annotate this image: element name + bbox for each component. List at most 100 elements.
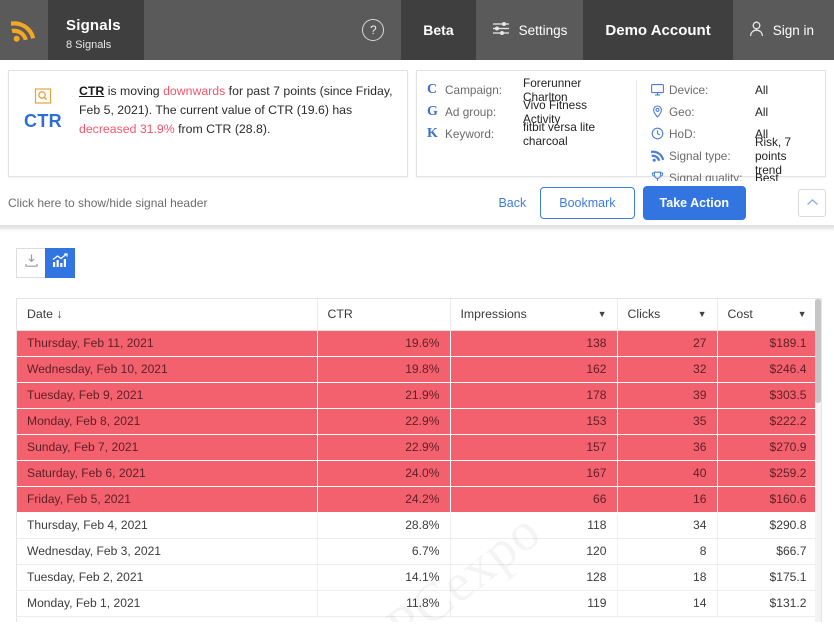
cell-impressions: 157	[450, 434, 618, 461]
column-label-cost: Cost	[727, 307, 753, 322]
column-label-clicks: Clicks	[627, 307, 661, 322]
table-row[interactable]: Saturday, Feb 6, 2021 24.0% 167 40 $259.2	[17, 460, 818, 487]
cell-cost: $189.1	[717, 330, 818, 357]
metadata-value: All	[755, 104, 769, 119]
rss-signal-icon	[11, 18, 37, 42]
beta-button[interactable]: Beta	[401, 0, 476, 60]
cell-impressions: 128	[450, 564, 618, 591]
table-row[interactable]: Thursday, Feb 4, 2021 28.8% 118 34 $290.8	[17, 512, 818, 539]
metadata-value: All	[755, 82, 769, 97]
nav-signals-section[interactable]: Signals 8 Signals	[48, 0, 144, 60]
device-monitor-icon	[651, 83, 669, 96]
table-row[interactable]: Thursday, Feb 11, 2021 19.6% 138 27 $189.1	[17, 330, 818, 357]
data-toolbar	[0, 232, 834, 290]
toggle-signal-header-hint[interactable]: Click here to show/hide signal header	[8, 196, 207, 210]
top-navigation-bar: Signals 8 Signals ? Beta Settings Demo A…	[0, 0, 834, 60]
settings-button[interactable]: Settings	[476, 0, 584, 60]
scrollbar-thumb[interactable]	[815, 299, 821, 403]
signal-action-bar: Click here to show/hide signal header Ba…	[0, 181, 834, 225]
cell-ctr: 22.9%	[317, 408, 451, 435]
cell-impressions: 178	[450, 382, 618, 409]
table-row[interactable]: Wednesday, Feb 10, 2021 19.8% 162 32 $246.4	[17, 356, 818, 383]
cell-date: Friday, Feb 5, 2021	[17, 486, 318, 513]
clock-icon	[651, 127, 669, 140]
cell-clicks: 34	[617, 512, 718, 539]
sliders-icon	[492, 21, 510, 39]
sort-arrow-icon: ↓	[56, 307, 63, 322]
table-row[interactable]: Sunday, Feb 7, 2021 22.9% 157 36 $270.9	[17, 434, 818, 461]
collapse-header-button[interactable]	[798, 189, 826, 217]
cell-cost: $259.2	[717, 460, 818, 487]
cell-cost: $160.6	[717, 486, 818, 513]
signal-metadata-panel: C Campaign: Forerunner Charlton G Ad gro…	[416, 70, 826, 185]
table-header: Date ↓ CTR Impressions ▼ Clicks ▼ Cost ▼	[17, 299, 818, 331]
cell-impressions: 167	[450, 460, 618, 487]
chart-view-button[interactable]	[45, 248, 75, 278]
vertical-scrollbar[interactable]	[815, 299, 821, 622]
column-header-date[interactable]: Date ↓	[17, 299, 318, 331]
letter-k-icon: K	[427, 125, 438, 141]
desc-part3: from CTR (28.8).	[174, 122, 271, 136]
cell-ctr: 24.0%	[317, 460, 451, 487]
column-header-cost[interactable]: Cost ▼	[717, 299, 818, 331]
cell-ctr: 24.2%	[317, 486, 451, 513]
column-header-impressions[interactable]: Impressions ▼	[450, 299, 618, 331]
help-button[interactable]: ?	[345, 0, 401, 60]
metadata-key: Ad group:	[445, 104, 497, 119]
cell-date: Monday, Feb 8, 2021	[17, 408, 318, 435]
table-row[interactable]: Tuesday, Feb 2, 2021 14.1% 128 18 $175.1	[17, 564, 818, 591]
geo-pin-icon	[651, 105, 669, 118]
table-row[interactable]: Tuesday, Feb 9, 2021 21.9% 178 39 $303.5	[17, 382, 818, 409]
table-row[interactable]: Friday, Feb 5, 2021 24.2% 66 16 $160.6	[17, 486, 818, 513]
cell-date: Saturday, Feb 6, 2021	[17, 460, 318, 487]
back-button[interactable]: Back	[484, 190, 540, 216]
metadata-key: Keyword:	[445, 126, 495, 141]
signin-label: Sign in	[772, 22, 814, 38]
column-header-ctr[interactable]: CTR	[317, 299, 451, 331]
section-divider	[0, 225, 834, 232]
column-label-ctr: CTR	[327, 307, 353, 322]
cell-ctr: 19.6%	[317, 330, 451, 357]
table-row[interactable]: Monday, Feb 8, 2021 22.9% 153 35 $222.2	[17, 408, 818, 435]
signin-button[interactable]: Sign in	[733, 0, 834, 60]
table-row[interactable]: Monday, Feb 1, 2021 11.8% 119 14 $131.2	[17, 590, 818, 617]
cell-date: Thursday, Feb 4, 2021	[17, 512, 318, 539]
cell-clicks: 35	[617, 408, 718, 435]
take-action-button[interactable]: Take Action	[642, 186, 746, 220]
cell-ctr: 21.9%	[317, 382, 451, 409]
metadata-value: fitbit versa lite charcoal	[523, 119, 596, 148]
table-body: Thursday, Feb 11, 2021 19.6% 138 27 $189.1 We…	[17, 330, 818, 617]
bookmark-button[interactable]: Bookmark	[540, 187, 635, 219]
letter-c-icon: C	[427, 81, 438, 97]
cell-cost: $131.2	[717, 590, 818, 617]
metadata-key: HoD:	[669, 126, 696, 141]
download-icon	[24, 253, 39, 273]
signal-header-row: CTR CTR is moving downwards for past 7 p…	[8, 70, 826, 185]
cell-impressions: 119	[450, 590, 618, 617]
cell-impressions: 118	[450, 512, 618, 539]
cell-clicks: 27	[617, 330, 718, 357]
cell-ctr: 19.8%	[317, 356, 451, 383]
cell-impressions: 162	[450, 356, 618, 383]
signal-header-area: CTR CTR is moving downwards for past 7 p…	[0, 60, 834, 185]
desc-part1: is moving	[104, 84, 164, 98]
cell-date: Tuesday, Feb 2, 2021	[17, 564, 318, 591]
cell-date: Thursday, Feb 11, 2021	[17, 330, 318, 357]
download-button[interactable]	[16, 248, 46, 278]
desc-direction: downwards	[163, 84, 226, 98]
signal-data-table: Date ↓ CTR Impressions ▼ Clicks ▼ Cost ▼ Th	[17, 299, 818, 617]
table-row[interactable]: Wednesday, Feb 3, 2021 6.7% 120 8 $66.7	[17, 538, 818, 565]
cell-clicks: 36	[617, 434, 718, 461]
column-header-clicks[interactable]: Clicks ▼	[617, 299, 718, 331]
cell-cost: $175.1	[717, 564, 818, 591]
table-header-row: Date ↓ CTR Impressions ▼ Clicks ▼ Cost ▼	[17, 299, 818, 331]
demo-account-button[interactable]: Demo Account	[583, 0, 733, 60]
chevron-down-icon[interactable]: ▼	[698, 309, 707, 319]
app-logo[interactable]	[0, 0, 48, 60]
cell-ctr: 6.7%	[317, 538, 451, 565]
chevron-down-icon[interactable]: ▼	[798, 309, 807, 319]
cell-date: Monday, Feb 1, 2021	[17, 590, 318, 617]
cell-date: Wednesday, Feb 3, 2021	[17, 538, 318, 565]
chevron-down-icon[interactable]: ▼	[598, 309, 607, 319]
metadata-item: Signal type: Risk, 7 points trend	[651, 135, 815, 177]
